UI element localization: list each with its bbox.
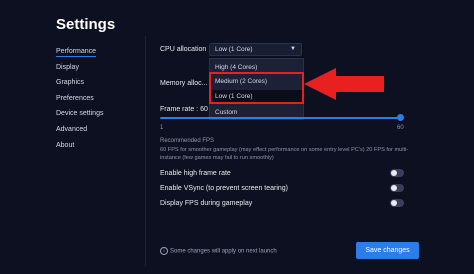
info-icon: i — [160, 247, 168, 255]
chevron-down-icon: ▼ — [290, 46, 296, 52]
frame-rate-max: 60 — [397, 125, 404, 131]
sidebar-divider — [145, 36, 146, 266]
sidebar-item-label: Advanced — [56, 125, 88, 133]
sidebar-item-label: Performance — [56, 48, 97, 57]
sidebar-item-advanced[interactable]: Advanced — [56, 124, 103, 140]
recommended-fps-description: 60 FPS for smoother gameplay (may effect… — [160, 147, 409, 161]
sidebar-item-label: Device settings — [56, 110, 104, 118]
memory-allocation-label: Memory alloc... — [160, 80, 208, 87]
sidebar-item-performance[interactable]: Performance — [56, 46, 103, 62]
sidebar-nav: Performance Display Graphics Preferences… — [56, 46, 103, 155]
sidebar-item-label: Display — [56, 63, 79, 71]
sidebar-item-preferences[interactable]: Preferences — [56, 93, 103, 109]
cpu-allocation-select[interactable]: Low (1 Core) ▼ — [209, 43, 302, 56]
recommended-fps-title: Recommended FPS — [160, 138, 215, 144]
toggle-knob — [391, 200, 397, 206]
sidebar-item-label: About — [56, 141, 75, 149]
sidebar-item-device-settings[interactable]: Device settings — [56, 108, 103, 124]
sidebar-item-label: Graphics — [56, 79, 85, 87]
frame-rate-slider-thumb[interactable] — [397, 114, 404, 121]
footer-note-text: Some changes will apply on next launch — [170, 248, 277, 255]
high-frame-rate-label: Enable high frame rate — [160, 170, 231, 177]
toggle-knob — [391, 185, 397, 191]
sidebar-item-label: Preferences — [56, 94, 94, 102]
cpu-allocation-value: Low (1 Core) — [215, 46, 253, 53]
high-frame-rate-toggle[interactable] — [390, 169, 404, 177]
sidebar-item-about[interactable]: About — [56, 140, 103, 156]
frame-rate-label: Frame rate : 60 — [160, 106, 208, 113]
settings-title: Settings — [56, 16, 116, 33]
vsync-toggle[interactable] — [390, 184, 404, 192]
footer-note: i Some changes will apply on next launch — [160, 247, 277, 255]
sidebar-item-display[interactable]: Display — [56, 62, 103, 78]
annotation-highlight-box — [209, 72, 304, 104]
annotation-arrow-icon — [304, 68, 384, 100]
sidebar-item-graphics[interactable]: Graphics — [56, 77, 103, 93]
toggle-knob — [391, 170, 397, 176]
frame-rate-slider[interactable] — [160, 117, 400, 119]
frame-rate-min: 1 — [160, 125, 164, 131]
display-fps-toggle[interactable] — [390, 199, 404, 207]
vsync-label: Enable VSync (to prevent screen tearing) — [160, 185, 289, 192]
save-changes-button[interactable]: Save changes — [356, 242, 419, 259]
display-fps-label: Display FPS during gameplay — [160, 200, 253, 207]
cpu-allocation-label: CPU allocation — [160, 46, 207, 53]
